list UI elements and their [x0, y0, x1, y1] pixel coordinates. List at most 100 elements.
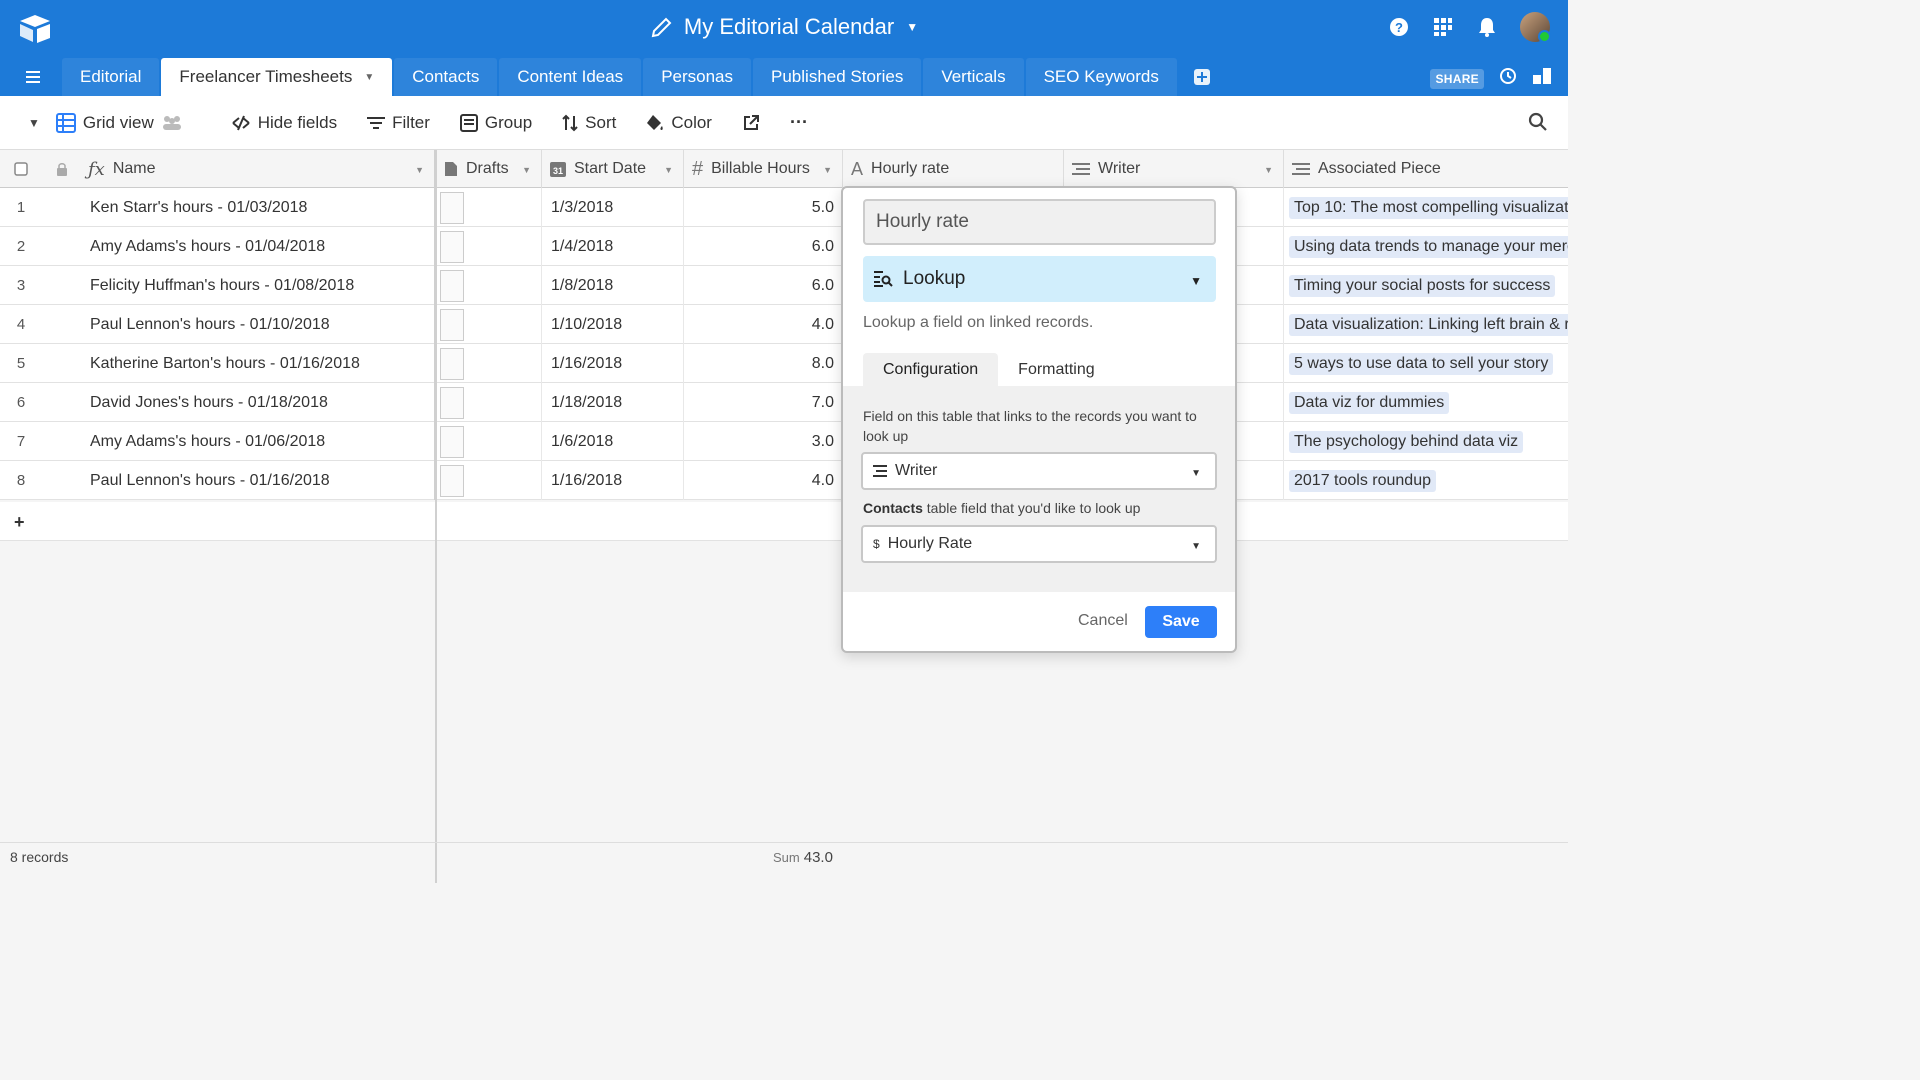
hamburger-menu-icon[interactable]	[22, 68, 44, 86]
draft-thumbnail-icon[interactable]	[440, 425, 464, 458]
history-icon[interactable]	[1498, 66, 1518, 91]
view-switcher[interactable]: Grid view	[55, 112, 183, 133]
hide-fields-button[interactable]: Hide fields	[231, 113, 337, 133]
billable-hours-cell[interactable]: 4.0	[684, 305, 843, 344]
table-row[interactable]: 8 Paul Lennon's hours - 01/16/2018 1/16/…	[0, 461, 1568, 500]
share-button[interactable]: SHARE	[1430, 68, 1484, 89]
drafts-cell[interactable]	[436, 305, 542, 344]
name-cell[interactable]: Paul Lennon's hours - 01/16/2018	[42, 461, 436, 500]
associated-piece-cell[interactable]: 2017 tools roundup	[1284, 461, 1568, 500]
start-date-cell[interactable]: 1/6/2018	[542, 422, 684, 461]
billable-hours-cell[interactable]: 6.0	[684, 227, 843, 266]
chevron-down-icon[interactable]: ▼	[1264, 165, 1273, 175]
table-row[interactable]: 1 Ken Starr's hours - 01/03/2018 1/3/201…	[0, 188, 1568, 227]
table-row[interactable]: 7 Amy Adams's hours - 01/06/2018 1/6/201…	[0, 422, 1568, 461]
tab-personas[interactable]: Personas	[643, 58, 752, 96]
linked-record-pill[interactable]: Timing your social posts for success	[1289, 274, 1556, 297]
sort-button[interactable]: Sort	[562, 113, 616, 133]
name-cell[interactable]: Katherine Barton's hours - 01/16/2018	[42, 344, 436, 383]
add-record-icon[interactable]: +	[14, 512, 25, 533]
draft-thumbnail-icon[interactable]	[440, 308, 464, 341]
name-cell[interactable]: David Jones's hours - 01/18/2018	[42, 383, 436, 422]
cancel-button[interactable]: Cancel	[1078, 612, 1128, 630]
base-title[interactable]: My Editorial Calendar ▼	[0, 14, 1568, 40]
user-avatar[interactable]	[1520, 12, 1551, 43]
linked-record-pill[interactable]: Using data trends to manage your merc	[1289, 235, 1568, 258]
apps-icon[interactable]	[1432, 16, 1454, 38]
draft-thumbnail-icon[interactable]	[440, 191, 464, 224]
name-cell[interactable]: Amy Adams's hours - 01/04/2018	[42, 227, 436, 266]
chevron-down-icon[interactable]: ▼	[823, 165, 832, 175]
draft-thumbnail-icon[interactable]	[440, 347, 464, 380]
column-header-hourly-rate[interactable]: A Hourly rate	[843, 150, 1064, 188]
search-icon[interactable]	[1528, 112, 1548, 137]
drafts-cell[interactable]	[436, 461, 542, 500]
tab-contacts[interactable]: Contacts	[394, 58, 498, 96]
associated-piece-cell[interactable]: Data visualization: Linking left brain &…	[1284, 305, 1568, 344]
tab-verticals[interactable]: Verticals	[923, 58, 1024, 96]
start-date-cell[interactable]: 1/16/2018	[542, 344, 684, 383]
blocks-icon[interactable]	[1532, 66, 1552, 91]
tab-configuration[interactable]: Configuration	[863, 353, 999, 387]
field-type-select[interactable]: Lookup ▼	[863, 256, 1216, 302]
associated-piece-cell[interactable]: Timing your social posts for success	[1284, 266, 1568, 305]
billable-hours-cell[interactable]: 6.0	[684, 266, 843, 305]
bell-icon[interactable]	[1476, 16, 1498, 38]
table-row[interactable]: 4 Paul Lennon's hours - 01/10/2018 1/10/…	[0, 305, 1568, 344]
linked-record-pill[interactable]: Data visualization: Linking left brain &…	[1289, 313, 1568, 336]
tab-freelancer-timesheets[interactable]: Freelancer Timesheets ▼	[161, 58, 393, 96]
column-header-name[interactable]: ƒx Name ▼	[42, 150, 436, 188]
drafts-cell[interactable]	[436, 422, 542, 461]
associated-piece-cell[interactable]: The psychology behind data viz	[1284, 422, 1568, 461]
link-field-select[interactable]: Writer ▼	[861, 452, 1217, 490]
associated-piece-cell[interactable]: Top 10: The most compelling visualizati	[1284, 188, 1568, 227]
add-record-row[interactable]: +	[0, 502, 1568, 541]
billable-hours-cell[interactable]: 4.0	[684, 461, 843, 500]
tab-content-ideas[interactable]: Content Ideas	[499, 58, 642, 96]
views-sidebar-toggle-icon[interactable]: ▼	[28, 116, 40, 130]
tab-editorial[interactable]: Editorial	[62, 58, 160, 96]
billable-hours-summary[interactable]: Sum 43.0	[773, 849, 833, 866]
linked-record-pill[interactable]: Top 10: The most compelling visualizati	[1289, 196, 1568, 219]
tab-published-stories[interactable]: Published Stories	[753, 58, 922, 96]
start-date-cell[interactable]: 1/16/2018	[542, 461, 684, 500]
draft-thumbnail-icon[interactable]	[440, 230, 464, 263]
linked-record-pill[interactable]: The psychology behind data viz	[1289, 430, 1524, 453]
name-cell[interactable]: Felicity Huffman's hours - 01/08/2018	[42, 266, 436, 305]
associated-piece-cell[interactable]: Data viz for dummies	[1284, 383, 1568, 422]
more-options-button[interactable]: ···	[790, 112, 808, 133]
table-row[interactable]: 5 Katherine Barton's hours - 01/16/2018 …	[0, 344, 1568, 383]
table-row[interactable]: 3 Felicity Huffman's hours - 01/08/2018 …	[0, 266, 1568, 305]
column-header-writer[interactable]: Writer ▼	[1064, 150, 1284, 188]
tab-formatting[interactable]: Formatting	[998, 353, 1114, 387]
start-date-cell[interactable]: 1/18/2018	[542, 383, 684, 422]
group-button[interactable]: Group	[459, 113, 532, 133]
draft-thumbnail-icon[interactable]	[440, 464, 464, 497]
chevron-down-icon[interactable]: ▼	[364, 72, 374, 83]
column-header-billable-hours[interactable]: # Billable Hours ▼	[684, 150, 843, 188]
column-header-associated-piece[interactable]: Associated Piece	[1284, 150, 1568, 188]
table-row[interactable]: 2 Amy Adams's hours - 01/04/2018 1/4/201…	[0, 227, 1568, 266]
start-date-cell[interactable]: 1/10/2018	[542, 305, 684, 344]
billable-hours-cell[interactable]: 5.0	[684, 188, 843, 227]
lookup-field-select[interactable]: $ Hourly Rate ▼	[861, 525, 1217, 563]
chevron-down-icon[interactable]: ▼	[522, 165, 531, 175]
chevron-down-icon[interactable]: ▼	[664, 165, 673, 175]
draft-thumbnail-icon[interactable]	[440, 269, 464, 302]
start-date-cell[interactable]: 1/3/2018	[542, 188, 684, 227]
start-date-cell[interactable]: 1/8/2018	[542, 266, 684, 305]
start-date-cell[interactable]: 1/4/2018	[542, 227, 684, 266]
filter-button[interactable]: Filter	[367, 113, 430, 133]
chevron-down-icon[interactable]: ▼	[415, 165, 424, 175]
drafts-cell[interactable]	[436, 344, 542, 383]
save-button[interactable]: Save	[1145, 606, 1217, 638]
color-button[interactable]: Color	[646, 113, 712, 133]
drafts-cell[interactable]	[436, 383, 542, 422]
help-icon[interactable]: ?	[1388, 16, 1410, 38]
associated-piece-cell[interactable]: 5 ways to use data to sell your story	[1284, 344, 1568, 383]
add-table-icon[interactable]	[1191, 58, 1213, 96]
associated-piece-cell[interactable]: Using data trends to manage your merc	[1284, 227, 1568, 266]
drafts-cell[interactable]	[436, 227, 542, 266]
draft-thumbnail-icon[interactable]	[440, 386, 464, 419]
share-view-button[interactable]	[742, 114, 760, 132]
